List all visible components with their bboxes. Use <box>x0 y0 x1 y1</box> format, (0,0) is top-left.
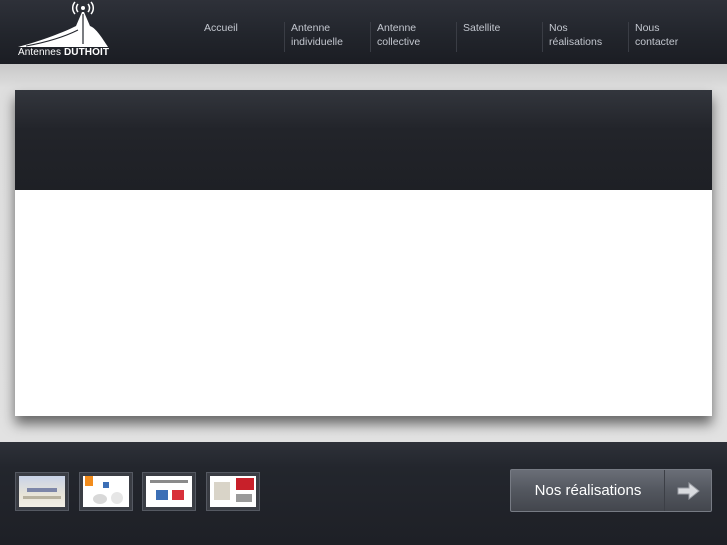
thumbnail-image <box>19 476 65 507</box>
thumbnail-1[interactable] <box>15 472 69 511</box>
slideshow <box>15 90 712 416</box>
cta-label: Nos réalisations <box>534 482 642 499</box>
header: Antennes DUTHOIT Accueil Antenne individ… <box>0 0 727 64</box>
nav-item-antenne-collective[interactable]: Antenne collective <box>370 22 454 52</box>
thumbnail-image <box>83 476 129 507</box>
logo[interactable]: Antennes DUTHOIT <box>14 0 114 62</box>
slideshow-content <box>15 190 712 416</box>
nav-item-accueil[interactable]: Accueil <box>198 22 282 52</box>
thumbnail-2[interactable] <box>79 472 133 511</box>
nav-item-nos-realisations[interactable]: Nos réalisations <box>542 22 626 52</box>
logo-text: Antennes DUTHOIT <box>18 47 110 58</box>
nav-item-satellite[interactable]: Satellite <box>456 22 540 52</box>
slideshow-banner <box>15 90 712 190</box>
thumbnail-image <box>210 476 256 507</box>
footer: Nos réalisations <box>0 442 727 545</box>
arrow-right-icon <box>677 482 700 500</box>
nos-realisations-button[interactable]: Nos réalisations <box>510 469 712 512</box>
nav-item-nous-contacter[interactable]: Nous contacter <box>628 22 712 52</box>
thumbnail-image <box>146 476 192 507</box>
thumbnail-4[interactable] <box>206 472 260 511</box>
antenna-logo-icon <box>18 1 108 47</box>
thumbnail-3[interactable] <box>142 472 196 511</box>
cta-divider <box>664 470 665 511</box>
nav-item-antenne-individuelle[interactable]: Antenne individuelle <box>284 22 368 52</box>
